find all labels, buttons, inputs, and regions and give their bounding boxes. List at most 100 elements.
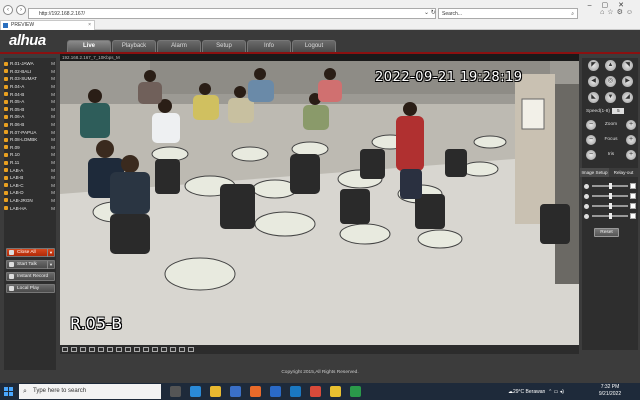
excel-icon[interactable] (350, 386, 361, 397)
main-stream-link[interactable]: M (51, 76, 55, 81)
stream-icon[interactable] (188, 347, 194, 352)
slider-value-box[interactable] (630, 213, 636, 219)
main-stream-link[interactable]: M (51, 114, 55, 119)
chrome-icon[interactable] (330, 386, 341, 397)
main-stream-link[interactable]: M (51, 145, 55, 150)
windows-start-icon[interactable] (4, 387, 13, 396)
tab-logout[interactable]: Logout (292, 40, 336, 52)
main-stream-link[interactable]: M (51, 107, 55, 112)
channel-item[interactable]: LAB-HA M (4, 204, 56, 212)
ptz-up-button[interactable]: ▲ (605, 60, 616, 71)
channel-item[interactable]: R.02-BALI M (4, 68, 56, 76)
slider-track[interactable] (592, 213, 628, 219)
zoom-in-button[interactable]: + (625, 119, 636, 130)
tab-close-icon[interactable]: × (88, 21, 91, 30)
tab-live[interactable]: Live (67, 40, 111, 52)
slider-thumb[interactable] (608, 183, 612, 189)
layout-1x1-icon[interactable] (62, 347, 68, 352)
slider-track[interactable] (592, 193, 628, 199)
task-view-icon[interactable] (170, 386, 181, 397)
slider-thumb[interactable] (608, 203, 612, 209)
channel-item[interactable]: LAB-A M (4, 166, 56, 174)
channel-item[interactable]: R.07-PAPUA M (4, 128, 56, 136)
layout-5x5-icon[interactable] (98, 347, 104, 352)
saturation-slider[interactable] (584, 202, 636, 210)
ptz-down-button[interactable]: ▼ (605, 92, 616, 103)
taskbar-clock[interactable]: 7:32 PM 9/21/2022 (596, 384, 624, 398)
channel-item[interactable]: R.06-B M (4, 121, 56, 129)
main-stream-link[interactable]: M (51, 175, 55, 180)
live-video[interactable] (60, 54, 579, 346)
ptz-up-right-button[interactable]: ◥ (622, 60, 633, 71)
focus-in-button[interactable]: + (625, 134, 636, 145)
fullscreen-icon[interactable] (179, 347, 185, 352)
main-stream-link[interactable]: M (51, 92, 55, 97)
layout-6x6-icon[interactable] (107, 347, 113, 352)
contrast-slider[interactable] (584, 192, 636, 200)
browser-tools-icons[interactable]: ⌂☆⚙☺ (600, 8, 636, 16)
slider-track[interactable] (592, 203, 628, 209)
slider-thumb[interactable] (608, 193, 612, 199)
channel-item[interactable]: LAB-C M (4, 182, 56, 190)
main-stream-link[interactable]: M (51, 160, 55, 165)
chevron-down-icon[interactable]: ▼ (47, 261, 54, 269)
layout-16-icon[interactable] (152, 347, 158, 352)
zoom-out-button[interactable]: − (586, 119, 596, 130)
tab-setup[interactable]: Setup (202, 40, 246, 52)
slider-value-box[interactable] (630, 193, 636, 199)
channel-item[interactable]: R.05-B M (4, 106, 56, 114)
firefox-icon[interactable] (250, 386, 261, 397)
layout-36-icon[interactable] (170, 347, 176, 352)
channel-item[interactable]: R.08-LOMBK M (4, 136, 56, 144)
chevron-down-icon[interactable]: ▼ (47, 249, 54, 257)
channel-item[interactable]: R.04-A M (4, 83, 56, 91)
main-stream-link[interactable]: M (51, 61, 55, 66)
close-all-button[interactable]: Close All ▼ (6, 248, 55, 257)
main-stream-link[interactable]: M (51, 190, 55, 195)
address-bar[interactable]: http://192.168.2.167/ (28, 8, 436, 19)
weather-text[interactable]: 29°C Berawan (513, 389, 545, 395)
back-button[interactable]: ‹ (3, 5, 13, 15)
main-stream-link[interactable]: M (51, 69, 55, 74)
ptz-down-left-button[interactable]: ◣ (588, 92, 599, 103)
app-icon[interactable] (310, 386, 321, 397)
start-talk-button[interactable]: Start Talk ▼ (6, 260, 55, 269)
layout-13-icon[interactable] (143, 347, 149, 352)
main-stream-link[interactable]: M (51, 130, 55, 135)
layout-2x2-icon[interactable] (71, 347, 77, 352)
hue-slider[interactable] (584, 212, 636, 220)
main-stream-link[interactable]: M (51, 122, 55, 127)
main-stream-link[interactable]: M (51, 183, 55, 188)
main-stream-link[interactable]: M (51, 206, 55, 211)
channel-item[interactable]: LAB-B M (4, 174, 56, 182)
browser-search-input[interactable]: Search... ⌕ (438, 8, 578, 19)
mail-icon[interactable] (270, 386, 281, 397)
tab-alarm[interactable]: Alarm (157, 40, 201, 52)
focus-out-button[interactable]: − (586, 134, 596, 145)
tab-info[interactable]: Info (247, 40, 291, 52)
local-play-button[interactable]: Local Play (6, 284, 55, 293)
channel-item[interactable]: R.01-JAWA M (4, 60, 56, 68)
tab-image-setup[interactable]: Image Setup (580, 168, 609, 177)
store-icon[interactable] (230, 386, 241, 397)
edge-icon[interactable] (190, 386, 201, 397)
channel-item[interactable]: R.05-A M (4, 98, 56, 106)
channel-item[interactable]: R.03-SUMAT M (4, 75, 56, 83)
taskbar-search-input[interactable]: ⌕ Type here to search (19, 384, 161, 399)
reset-button[interactable]: Reset (594, 228, 619, 237)
forward-button[interactable]: › (16, 5, 26, 15)
ptz-right-button[interactable]: ▶ (622, 76, 633, 87)
channel-item[interactable]: R.11 M (4, 159, 56, 167)
main-stream-link[interactable]: M (51, 137, 55, 142)
brightness-slider[interactable] (584, 182, 636, 190)
channel-item[interactable]: R.09 M (4, 144, 56, 152)
browser-tab[interactable]: PREVIEW × (0, 20, 95, 30)
ptz-left-button[interactable]: ◀ (588, 76, 599, 87)
channel-item[interactable]: R.04-B M (4, 90, 56, 98)
iris-close-button[interactable]: − (586, 149, 596, 160)
channel-item[interactable]: LAB-D M (4, 189, 56, 197)
tray-icons[interactable]: ⌃ ▭ ◂) (545, 389, 564, 395)
layout-9-icon[interactable] (134, 347, 140, 352)
channel-item[interactable]: R.10 M (4, 151, 56, 159)
layout-custom-icon[interactable] (116, 347, 122, 352)
